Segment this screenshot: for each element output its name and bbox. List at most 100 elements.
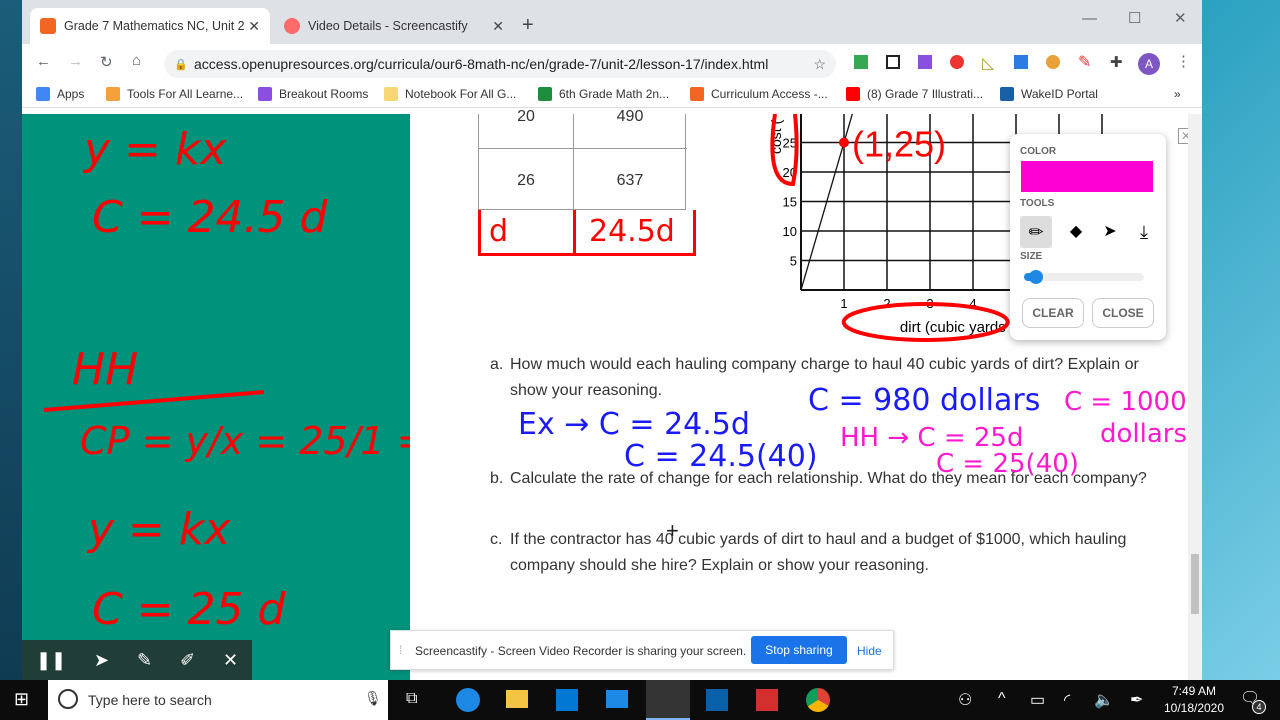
forward-icon[interactable]: →: [68, 53, 83, 70]
point-1-25: [839, 137, 849, 148]
table-cell: 637: [616, 172, 644, 189]
edge-icon[interactable]: [456, 688, 480, 712]
close-tab-icon[interactable]: ✕: [492, 18, 504, 35]
home-icon[interactable]: ⌂: [132, 52, 141, 69]
y-tick-label: 15: [783, 195, 797, 210]
eraser-tool-icon[interactable]: ◆: [1060, 216, 1092, 248]
bookmark-label: WakeID Portal: [1021, 87, 1098, 101]
sheets-extension-icon[interactable]: [854, 55, 868, 69]
reload-icon[interactable]: ↻: [100, 53, 113, 71]
handwritten-cell: 24.5d: [589, 214, 675, 249]
search-placeholder: Type here to search: [88, 692, 212, 708]
handwritten-cell: d: [489, 214, 509, 249]
mail-icon[interactable]: [606, 690, 628, 708]
size-slider-thumb[interactable]: [1029, 270, 1044, 284]
new-tab-button[interactable]: +: [522, 14, 534, 37]
scrollbar-thumb[interactable]: [1191, 554, 1199, 614]
wb-line: CP = y/x = 25/1 = 25: [80, 419, 410, 463]
close-tab-icon[interactable]: ✕: [248, 18, 260, 35]
download-tool-icon[interactable]: ⤓: [1128, 216, 1160, 248]
app-icon[interactable]: [706, 689, 728, 711]
back-icon[interactable]: ←: [36, 53, 51, 70]
minimize-button[interactable]: —: [1082, 10, 1097, 27]
more-bookmarks[interactable]: »: [1174, 87, 1181, 101]
extensions-puzzle-icon[interactable]: ✚: [1110, 53, 1123, 71]
close-toolbar-icon[interactable]: ✕: [223, 650, 238, 671]
pencil-tool-icon[interactable]: ✏: [1020, 216, 1052, 248]
show-hidden-icon[interactable]: ^: [998, 690, 1006, 708]
cursor-icon[interactable]: ➤: [94, 650, 109, 671]
microphone-icon[interactable]: 🎙: [364, 690, 382, 707]
close-window-button[interactable]: ✕: [1174, 9, 1187, 27]
grid-extension-icon[interactable]: [886, 55, 900, 69]
drag-handle-icon[interactable]: ⁞: [399, 643, 402, 657]
tools-label: TOOLS: [1020, 198, 1055, 209]
bookmark-6th-grade[interactable]: 6th Grade Math 2n...: [538, 87, 669, 101]
y-tick-label: 5: [790, 254, 797, 269]
draw-panel: COLOR TOOLS ✏ ◆ ➤ ⤓ SIZE CLEAR CLOSE: [1010, 134, 1166, 340]
chrome-icon[interactable]: [806, 688, 830, 712]
hide-button[interactable]: Hide: [857, 644, 882, 658]
windows-start-icon[interactable]: ⊞: [14, 689, 29, 710]
size-slider[interactable]: [1024, 270, 1144, 284]
color-label: COLOR: [1020, 146, 1057, 157]
pause-icon[interactable]: ❚❚: [36, 650, 66, 671]
magenta-annotation: C = 25(40): [936, 449, 1079, 479]
tab-video-details[interactable]: Video Details - Screencastify ✕: [274, 8, 514, 44]
bookmark-label: (8) Grade 7 Illustrati...: [867, 87, 984, 101]
x-tick-label: 1: [840, 296, 847, 311]
people-icon[interactable]: ⚇: [958, 690, 972, 710]
geometry-extension-icon[interactable]: ◺: [982, 53, 994, 73]
bookmark-youtube[interactable]: (8) Grade 7 Illustrati...: [846, 87, 983, 101]
pointer-tool-icon[interactable]: ➤: [1094, 216, 1126, 248]
clear-button[interactable]: CLEAR: [1022, 298, 1084, 328]
wb-line: y = kx: [86, 504, 231, 555]
chrome-taskbar-active[interactable]: [646, 680, 690, 720]
youtube-icon: [846, 87, 860, 101]
screencastify-extension-icon[interactable]: [950, 55, 964, 69]
stop-sharing-button[interactable]: Stop sharing: [751, 636, 847, 664]
color-swatch[interactable]: [1021, 161, 1153, 192]
file-explorer-icon[interactable]: [506, 690, 528, 708]
store-icon[interactable]: [556, 689, 578, 711]
volume-icon[interactable]: 🔈: [1094, 690, 1114, 710]
task-view-icon[interactable]: ⧉: [406, 690, 417, 708]
wb-line: C = 25 d: [92, 584, 287, 635]
color-extension-icon[interactable]: [1046, 55, 1060, 69]
clock-time[interactable]: 7:49 AM: [1162, 684, 1226, 698]
address-bar[interactable]: 🔒 access.openupresources.org/curricula/o…: [164, 50, 836, 78]
tab-grade7[interactable]: Grade 7 Mathematics NC, Unit 2 ✕: [30, 8, 270, 44]
bookmark-breakout[interactable]: Breakout Rooms: [258, 87, 368, 101]
expand-extension-icon[interactable]: [1014, 55, 1028, 69]
acrobat-icon[interactable]: [756, 689, 778, 711]
breakout-extension-icon[interactable]: [918, 55, 932, 69]
clock-date[interactable]: 10/18/2020: [1156, 701, 1232, 715]
bookmark-label: Apps: [57, 87, 85, 101]
wifi-icon[interactable]: ◜: [1064, 690, 1070, 710]
point-annotation: (1,25): [852, 124, 946, 165]
page-scrollbar[interactable]: [1188, 114, 1202, 680]
navigation-toolbar: ← → ↻ ⌂ 🔒 access.openupresources.org/cur…: [22, 44, 1202, 82]
bookmark-icon: [1000, 87, 1014, 101]
bookmark-wakeid[interactable]: WakeID Portal: [1000, 87, 1098, 101]
bookmark-label: Breakout Rooms: [279, 87, 369, 101]
annotate-extension-icon[interactable]: ✎: [1078, 52, 1091, 72]
maximize-button[interactable]: ☐: [1128, 9, 1141, 27]
bookmark-apps[interactable]: Apps: [36, 87, 84, 101]
bookmark-notebook[interactable]: Notebook For All G...: [384, 87, 516, 101]
bookmark-star-icon[interactable]: ☆: [813, 56, 826, 73]
desktop-edge: [0, 0, 22, 680]
share-message: Screencastify - Screen Video Recorder is…: [415, 644, 747, 658]
close-button[interactable]: CLOSE: [1092, 298, 1154, 328]
bookmarks-bar: Apps Tools For All Learne... Breakout Ro…: [22, 82, 1202, 108]
profile-avatar[interactable]: A: [1138, 53, 1160, 75]
question-marker: c.: [490, 531, 503, 548]
bookmark-curriculum[interactable]: Curriculum Access -...: [690, 87, 828, 101]
highlighter-icon[interactable]: ✐: [180, 650, 195, 671]
menu-kebab-icon[interactable]: ⋮: [1176, 52, 1191, 70]
pen-icon[interactable]: ✎: [137, 650, 152, 671]
taskbar-search[interactable]: Type here to search 🎙: [48, 680, 388, 720]
pen-workspace-icon[interactable]: ✒: [1130, 690, 1143, 710]
battery-icon[interactable]: ▭: [1030, 690, 1045, 710]
bookmark-tools[interactable]: Tools For All Learne...: [106, 87, 243, 101]
